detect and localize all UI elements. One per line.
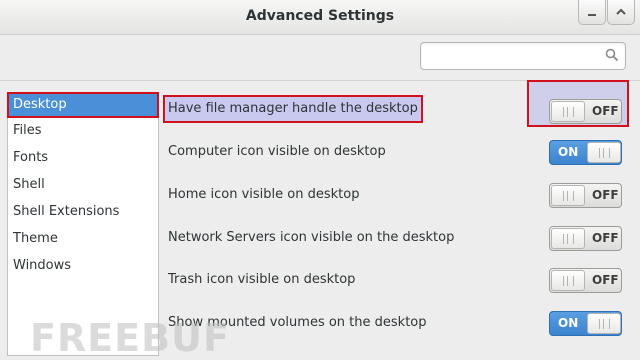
setting-row-home-icon: Home icon visible on desktop OFF (160, 176, 640, 216)
switch-knob (587, 142, 621, 163)
search-input[interactable] (420, 42, 626, 70)
switch-knob (551, 270, 585, 291)
setting-label: Trash icon visible on desktop (168, 272, 356, 287)
sidebar-item-shell[interactable]: Shell (8, 171, 158, 198)
setting-row-file-manager: Have file manager handle the desktop OFF (160, 92, 640, 132)
switch-knob (551, 228, 585, 249)
minimize-icon (588, 14, 596, 16)
trash-icon-toggle[interactable]: OFF (549, 268, 622, 293)
switch-state: ON (558, 145, 579, 159)
sidebar-item-windows[interactable]: Windows (8, 252, 158, 279)
switch-state: ON (558, 316, 579, 330)
home-icon-toggle[interactable]: OFF (549, 183, 622, 208)
setting-row-mounted-volumes: Show mounted volumes on the desktop ON (160, 304, 640, 344)
file-manager-toggle[interactable]: OFF (549, 99, 622, 124)
minimize-button[interactable] (578, 0, 606, 25)
computer-icon-toggle[interactable]: ON (549, 140, 622, 165)
sidebar-item-theme[interactable]: Theme (8, 225, 158, 252)
sidebar-item-shell-extensions[interactable]: Shell Extensions (8, 198, 158, 225)
switch-state: OFF (592, 188, 619, 202)
sidebar-item-files[interactable]: Files (8, 117, 158, 144)
settings-panel: Have file manager handle the desktop OFF… (160, 80, 640, 360)
watermark: FREEBUF (30, 316, 230, 360)
switch-knob (587, 313, 621, 334)
mounted-volumes-toggle[interactable]: ON (549, 311, 622, 336)
window-title: Advanced Settings (245, 8, 395, 24)
title-bar: Advanced Settings (0, 0, 640, 35)
switch-knob (551, 101, 585, 122)
network-servers-icon-toggle[interactable]: OFF (549, 226, 622, 251)
setting-row-trash-icon: Trash icon visible on desktop OFF (160, 261, 640, 301)
maximize-icon (616, 8, 626, 15)
setting-label: Have file manager handle the desktop (163, 95, 423, 123)
setting-label: Computer icon visible on desktop (168, 144, 386, 159)
sidebar-item-desktop[interactable]: Desktop (7, 92, 159, 118)
switch-state: OFF (592, 104, 619, 118)
setting-label: Home icon visible on desktop (168, 187, 360, 202)
setting-row-computer-icon: Computer icon visible on desktop ON (160, 133, 640, 173)
switch-knob (551, 185, 585, 206)
search-bar-area (0, 35, 640, 81)
setting-label: Network Servers icon visible on the desk… (168, 230, 455, 245)
switch-state: OFF (592, 231, 619, 245)
search-icon (605, 48, 619, 62)
setting-row-network-servers-icon: Network Servers icon visible on the desk… (160, 219, 640, 259)
maximize-button[interactable] (607, 0, 635, 25)
switch-state: OFF (592, 273, 619, 287)
sidebar-item-fonts[interactable]: Fonts (8, 144, 158, 171)
